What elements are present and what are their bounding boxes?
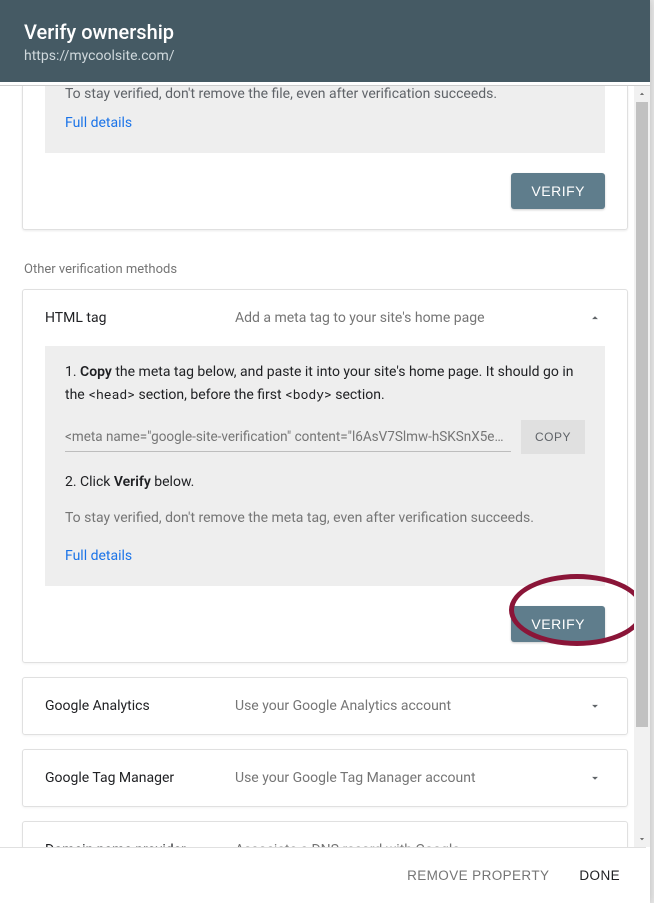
method-desc: Use your Google Analytics account — [235, 698, 585, 714]
method-name: Google Analytics — [45, 698, 235, 714]
method-name: Google Tag Manager — [45, 770, 235, 786]
verify-button[interactable]: VERIFY — [511, 173, 605, 209]
meta-tag-input[interactable] — [65, 423, 511, 452]
panel-url: https://mycoolsite.com/ — [24, 48, 626, 64]
chevron-down-icon — [585, 771, 605, 785]
method-head-google-tag-manager[interactable]: Google Tag Manager Use your Google Tag M… — [23, 750, 627, 806]
chevron-down-icon — [585, 699, 605, 713]
method-card-html-tag: HTML tag Add a meta tag to your site's h… — [22, 289, 628, 663]
scrollbar-up-icon[interactable] — [634, 86, 650, 102]
scrollbar-thumb[interactable] — [636, 102, 648, 727]
method-card-google-analytics: Google Analytics Use your Google Analyti… — [22, 677, 628, 735]
method-desc: Add a meta tag to your site's home page — [235, 310, 585, 326]
chevron-up-icon — [585, 311, 605, 325]
scrollbar[interactable] — [634, 86, 650, 847]
stay-verified-note: To stay verified, don't remove the file,… — [65, 86, 585, 112]
scrollbar-down-icon[interactable] — [634, 831, 650, 847]
other-methods-label: Other verification methods — [24, 262, 628, 277]
done-button[interactable]: DONE — [579, 868, 620, 883]
method-card-domain-name-provider: Domain name provider Associate a DNS rec… — [22, 821, 628, 847]
step-2: 2. Click Verify below. — [65, 472, 585, 494]
stay-verified-note-meta: To stay verified, don't remove the meta … — [65, 508, 585, 529]
full-details-link-meta[interactable]: Full details — [65, 548, 132, 564]
html-file-card-bottom: To stay verified, don't remove the file,… — [22, 86, 628, 230]
step-1: 1. Copy the meta tag below, and paste it… — [65, 362, 585, 406]
panel-footer: REMOVE PROPERTY DONE — [0, 847, 646, 903]
full-details-link[interactable]: Full details — [65, 115, 132, 131]
method-head-domain-name-provider[interactable]: Domain name provider Associate a DNS rec… — [23, 822, 627, 847]
verify-button-html-tag[interactable]: VERIFY — [511, 606, 605, 642]
method-desc: Use your Google Tag Manager account — [235, 770, 585, 786]
method-card-google-tag-manager: Google Tag Manager Use your Google Tag M… — [22, 749, 628, 807]
remove-property-button[interactable]: REMOVE PROPERTY — [407, 868, 549, 883]
panel-header: Verify ownership https://mycoolsite.com/ — [0, 0, 650, 82]
method-head-google-analytics[interactable]: Google Analytics Use your Google Analyti… — [23, 678, 627, 734]
method-head-html-tag[interactable]: HTML tag Add a meta tag to your site's h… — [23, 290, 627, 346]
copy-button[interactable]: COPY — [521, 420, 585, 454]
method-name: HTML tag — [45, 310, 235, 326]
panel-title: Verify ownership — [24, 20, 626, 44]
